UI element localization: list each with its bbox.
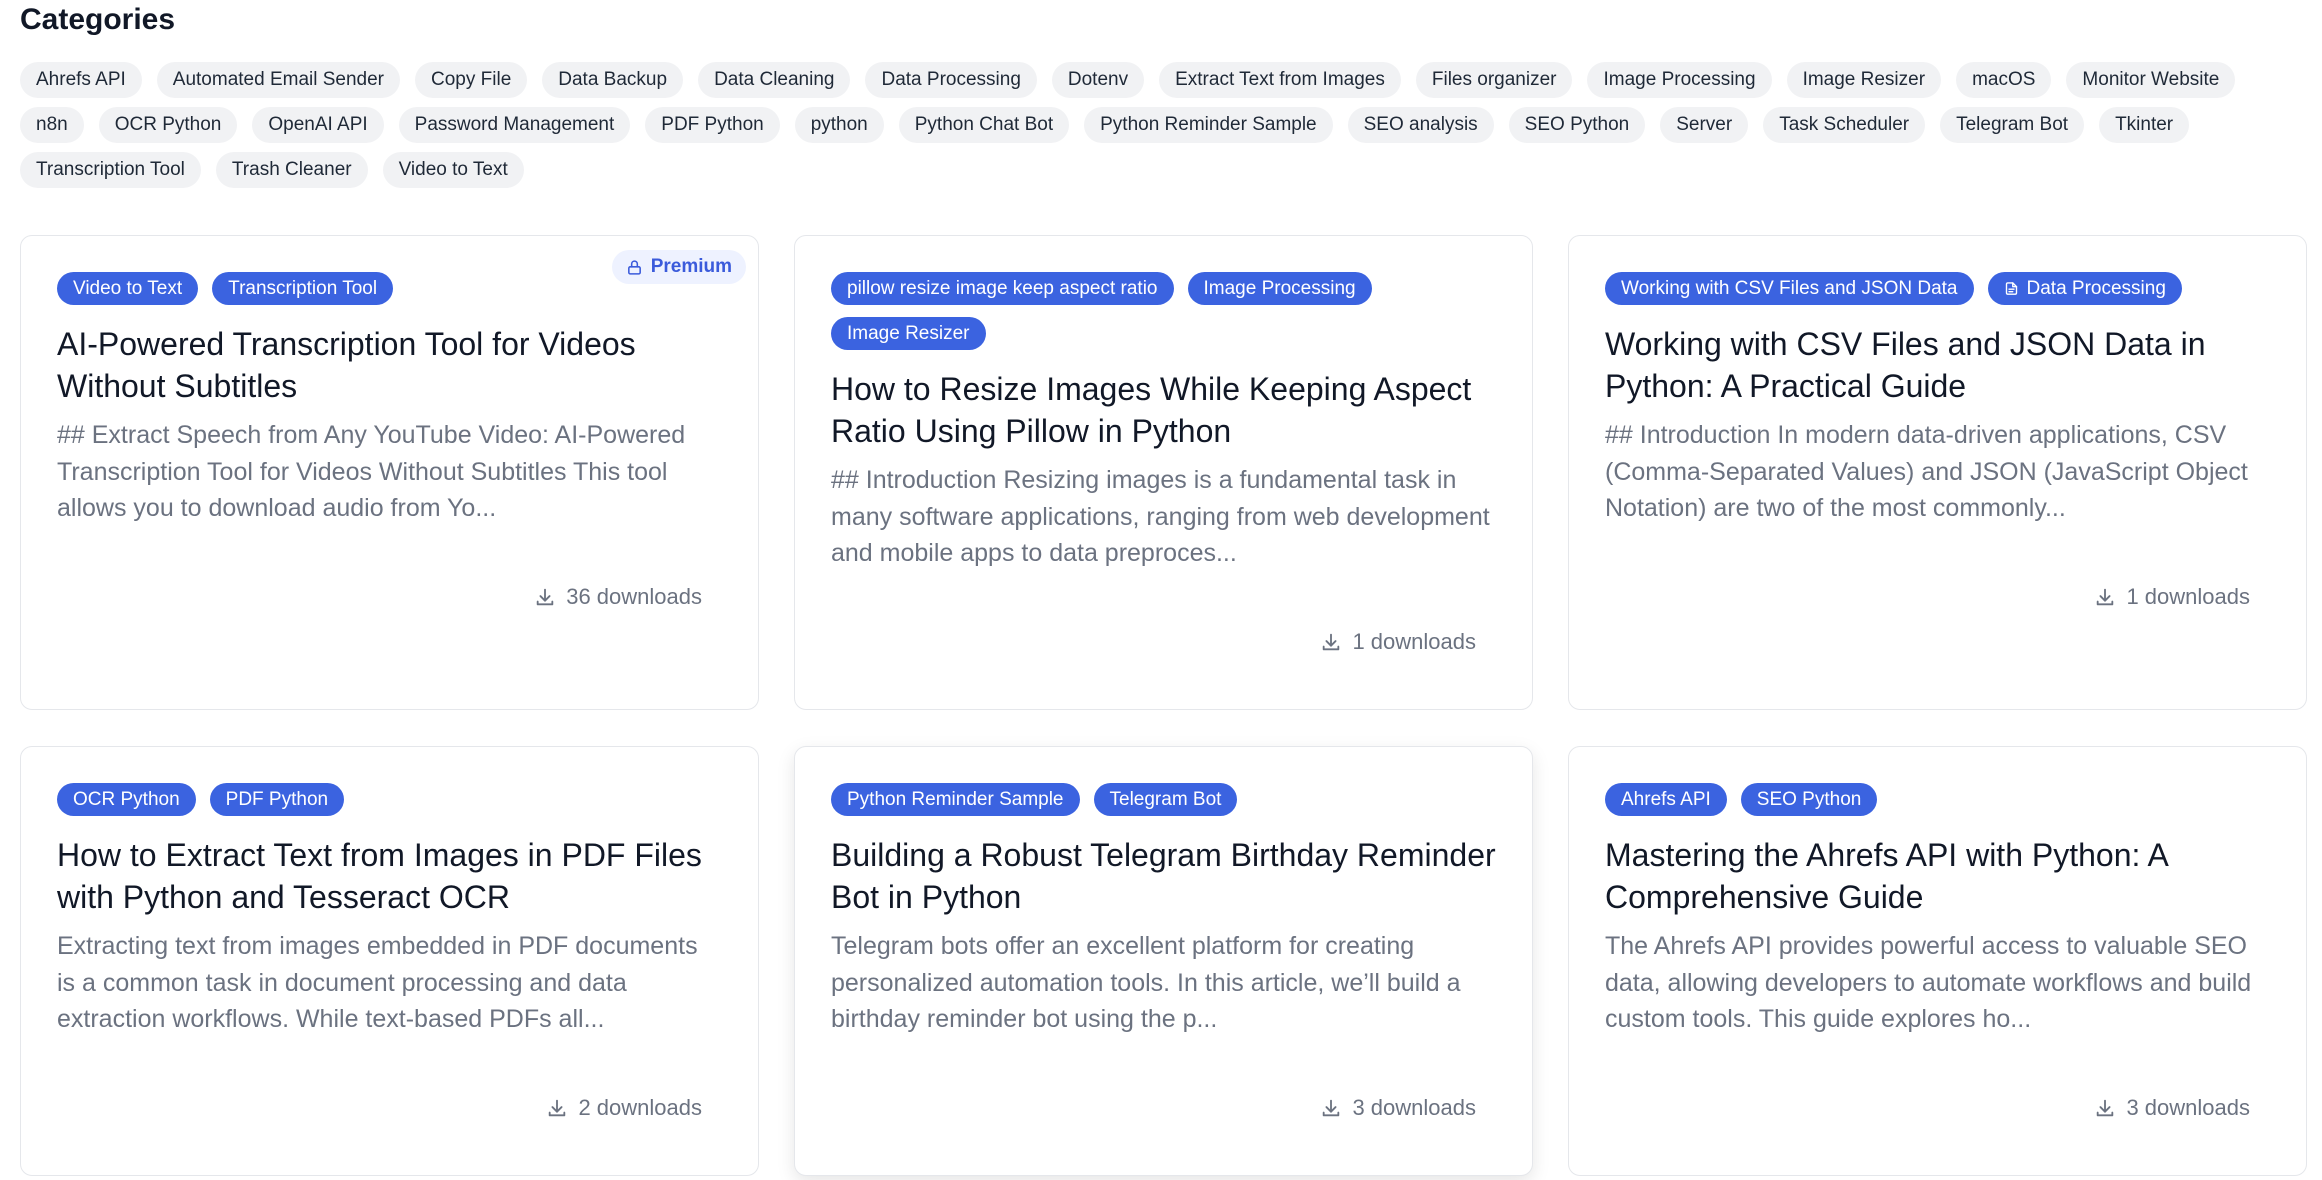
download-count-label: 1 downloads (2126, 584, 2250, 609)
card-tag[interactable]: Telegram Bot (1093, 783, 1238, 816)
card-excerpt: ## Extract Speech from Any YouTube Video… (57, 421, 686, 522)
lock-icon (627, 259, 641, 275)
download-icon (1323, 633, 1340, 651)
category-chip[interactable]: Dotenv (1051, 62, 1145, 98)
premium-badge[interactable]: Premium (611, 250, 746, 284)
category-chips: Ahrefs API Automated Email Sender Copy F… (20, 62, 2310, 188)
category-chip[interactable]: PDF Python (645, 107, 780, 143)
card-tags: pillow resize image keep aspect ratio Im… (831, 272, 1496, 350)
article-card[interactable]: Ahrefs API SEO Python Mastering the Ahre… (1568, 746, 2307, 1176)
category-chip[interactable]: Task Scheduler (1763, 107, 1926, 143)
download-count: 3 downloads (1320, 1095, 1476, 1121)
card-tag[interactable]: Data Processing (1987, 272, 2182, 305)
category-chip[interactable]: Video to Text (382, 152, 524, 188)
download-icon (2097, 1099, 2114, 1117)
card-title[interactable]: How to Extract Text from Images in PDF F… (57, 834, 722, 918)
download-count-label: 3 downloads (1352, 1095, 1476, 1120)
category-chip[interactable]: n8n (20, 107, 84, 143)
download-icon (1323, 1099, 1340, 1117)
download-count: 1 downloads (1320, 629, 1476, 655)
card-excerpt: ## Introduction In modern data-driven ap… (1605, 421, 2248, 522)
article-card[interactable]: Premium Video to Text Transcription Tool… (20, 235, 759, 710)
download-count-label: 2 downloads (578, 1095, 702, 1120)
download-icon (549, 1099, 566, 1117)
category-chip[interactable]: Server (1660, 107, 1749, 143)
category-chip[interactable]: macOS (1956, 62, 2052, 98)
card-excerpt: The Ahrefs API provides powerful access … (1605, 932, 2252, 1033)
category-chip[interactable]: Trash Cleaner (215, 152, 368, 188)
category-chip[interactable]: Files organizer (1415, 62, 1573, 98)
category-chip[interactable]: SEO analysis (1347, 107, 1494, 143)
download-count: 3 downloads (2094, 1095, 2250, 1121)
category-chip[interactable]: Password Management (398, 107, 631, 143)
card-tag[interactable]: OCR Python (57, 783, 196, 816)
category-chip[interactable]: Monitor Website (2066, 62, 2236, 98)
card-title[interactable]: Mastering the Ahrefs API with Python: A … (1605, 834, 2270, 918)
card-tag[interactable]: Image Processing (1187, 272, 1372, 305)
download-count-label: 1 downloads (1352, 629, 1476, 654)
card-title[interactable]: Building a Robust Telegram Birthday Remi… (831, 834, 1496, 918)
card-tag[interactable]: Working with CSV Files and JSON Data (1605, 272, 1974, 305)
card-tag[interactable]: Video to Text (57, 272, 199, 305)
card-tags: OCR Python PDF Python (57, 783, 722, 816)
category-chip[interactable]: Copy File (415, 62, 528, 98)
download-count: 2 downloads (546, 1095, 702, 1121)
card-tag[interactable]: Transcription Tool (212, 272, 394, 305)
article-card[interactable]: Python Reminder Sample Telegram Bot Buil… (794, 746, 1533, 1176)
premium-label: Premium (650, 256, 732, 277)
download-icon (536, 588, 554, 606)
card-tag[interactable]: Python Reminder Sample (831, 783, 1080, 816)
category-chip[interactable]: Python Reminder Sample (1084, 107, 1333, 143)
card-title[interactable]: Working with CSV Files and JSON Data in … (1605, 323, 2270, 407)
download-icon (2097, 588, 2114, 606)
card-tag[interactable]: SEO Python (1740, 783, 1878, 816)
category-chip[interactable]: Python Chat Bot (898, 107, 1070, 143)
category-chip[interactable]: Data Backup (542, 62, 684, 98)
download-count-label: 36 downloads (566, 584, 702, 609)
category-chip[interactable]: Tkinter (2099, 107, 2190, 143)
category-chip[interactable]: Image Resizer (1786, 62, 1942, 98)
card-tag[interactable]: Ahrefs API (1605, 783, 1727, 816)
document-icon (2005, 282, 2017, 295)
card-tags: Ahrefs API SEO Python (1605, 783, 2270, 816)
category-chip[interactable]: Data Cleaning (698, 62, 851, 98)
card-tags: Working with CSV Files and JSON Data Dat… (1605, 272, 2270, 305)
category-chip[interactable]: OCR Python (98, 107, 238, 143)
category-chip[interactable]: Extract Text from Images (1159, 62, 1401, 98)
download-count-label: 3 downloads (2126, 1095, 2250, 1120)
card-excerpt: Extracting text from images embedded in … (57, 932, 698, 1033)
category-chip[interactable]: Data Processing (865, 62, 1037, 98)
category-chip[interactable]: Image Processing (1587, 62, 1772, 98)
article-card[interactable]: Working with CSV Files and JSON Data Dat… (1568, 235, 2307, 710)
category-chip[interactable]: OpenAI API (252, 107, 384, 143)
card-tag[interactable]: PDF Python (209, 783, 345, 816)
category-chip[interactable]: Telegram Bot (1940, 107, 2085, 143)
page: Categories Ahrefs API Automated Email Se… (0, 0, 2322, 1180)
article-card[interactable]: pillow resize image keep aspect ratio Im… (794, 235, 1533, 710)
article-card[interactable]: OCR Python PDF Python How to Extract Tex… (20, 746, 759, 1176)
category-chip[interactable]: Automated Email Sender (156, 62, 401, 98)
card-title[interactable]: AI-Powered Transcription Tool for Videos… (57, 323, 722, 407)
card-title[interactable]: How to Resize Images While Keeping Aspec… (831, 368, 1496, 452)
download-count: 36 downloads (534, 584, 702, 610)
download-count: 1 downloads (2094, 584, 2250, 610)
card-tag[interactable]: Image Resizer (831, 317, 986, 350)
card-tags: Python Reminder Sample Telegram Bot (831, 783, 1496, 816)
article-grid: Premium Video to Text Transcription Tool… (20, 235, 2307, 1176)
card-tag[interactable]: pillow resize image keep aspect ratio (831, 272, 1174, 305)
category-chip[interactable]: python (794, 107, 884, 143)
categories-title: Categories (20, 3, 176, 36)
card-tag-label: Data Processing (2026, 278, 2166, 299)
category-chip[interactable]: Transcription Tool (20, 152, 201, 188)
card-excerpt: ## Introduction Resizing images is a fun… (831, 466, 1490, 567)
category-chip[interactable]: SEO Python (1508, 107, 1646, 143)
category-chip[interactable]: Ahrefs API (20, 62, 142, 98)
card-excerpt: Telegram bots offer an excellent platfor… (831, 932, 1461, 1033)
